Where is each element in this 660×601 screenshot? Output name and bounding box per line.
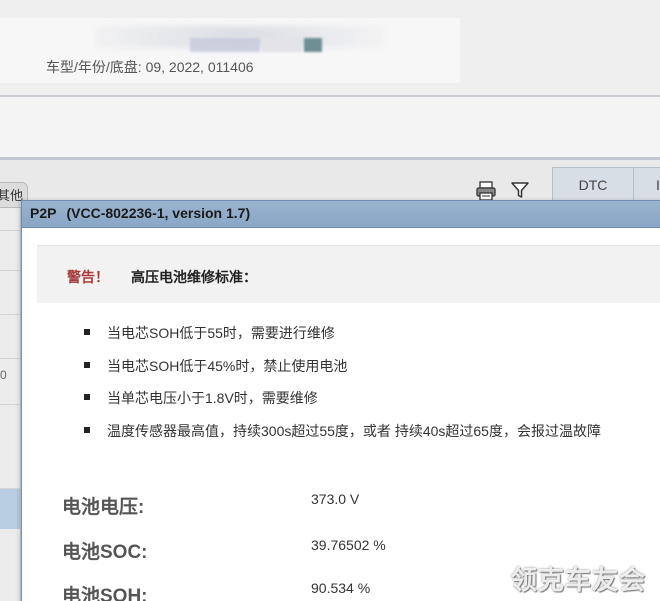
list-partial-text: 0 (0, 368, 7, 382)
dialog-title-version: (VCC-802236-1, version 1.7) (66, 205, 251, 221)
bullet-icon (84, 329, 90, 335)
metric-label-soc: 电池SOC: (62, 542, 148, 563)
rule-text: 当电芯SOH低于45%时，禁止使用电池 (107, 358, 348, 374)
printer-icon[interactable] (475, 180, 497, 202)
bullet-icon (84, 394, 90, 400)
metric-label-voltage: 电池电压: (62, 497, 145, 518)
list-row-selected[interactable] (0, 488, 20, 529)
list-row[interactable] (0, 314, 20, 359)
list-item: 当单芯电压小于1.8V时，需要维修 (22, 388, 660, 408)
rule-text: 温度传感器最高值，持续300s超过55度，或者 持续40s超过65度，会报过温故… (107, 423, 601, 439)
left-list (0, 208, 21, 601)
toolbar-band (0, 97, 660, 160)
bullet-icon (84, 427, 90, 433)
app-screen: 车型/年份/底盘: 09, 2022, 011406 其他 0 DTC I P2… (0, 0, 660, 601)
vehicle-header: 车型/年份/底盘: 09, 2022, 011406 (0, 0, 660, 97)
list-row[interactable] (0, 270, 20, 315)
dialog-titlebar[interactable]: P2P (VCC-802236-1, version 1.7) (22, 201, 660, 228)
warning-text: 高压电池维修标准： (131, 269, 257, 285)
vehicle-card: 车型/年份/底盘: 09, 2022, 011406 (0, 18, 460, 83)
warning-label: 警告！ (67, 269, 109, 285)
metric-label-soh: 电池SOH: (62, 586, 148, 601)
vehicle-info-value: 09, 2022, 011406 (145, 59, 254, 75)
dialog-title-prefix: P2P (30, 205, 57, 221)
metric-value-soh: 90.534 % (311, 580, 371, 596)
list-item: 当电芯SOH低于45%时，禁止使用电池 (22, 356, 660, 376)
tab-dtc[interactable]: DTC (552, 167, 634, 203)
metric-value-voltage: 373.0 V (311, 491, 360, 507)
list-row[interactable] (0, 404, 20, 451)
redacted-chip (190, 38, 260, 52)
rule-text: 当单芯电压小于1.8V时，需要维修 (107, 390, 318, 406)
bullet-icon (84, 362, 90, 368)
redacted-chip (304, 38, 322, 52)
dialog-title: P2P (VCC-802236-1, version 1.7) (30, 205, 250, 221)
filter-icon[interactable] (510, 180, 532, 202)
watermark: 领克车友会 (511, 565, 647, 595)
vehicle-info: 车型/年份/底盘: 09, 2022, 011406 (46, 57, 254, 77)
redacted-chip (262, 38, 302, 52)
tab-next[interactable]: I (633, 167, 660, 201)
warning-box: 警告！ 高压电池维修标准： (37, 245, 660, 303)
rule-text: 当电芯SOH低于55时，需要进行维修 (107, 325, 335, 341)
vehicle-info-label: 车型/年份/底盘: (46, 59, 142, 75)
list-item: 温度传感器最高值，持续300s超过55度，或者 持续40s超过65度，会报过温故… (22, 421, 660, 441)
list-item: 当电芯SOH低于55时，需要进行维修 (22, 323, 660, 343)
p2p-dialog: P2P (VCC-802236-1, version 1.7) 警告！ 高压电池维… (21, 200, 660, 601)
metric-value-soc: 39.76502 % (311, 537, 386, 553)
list-row[interactable] (0, 230, 20, 271)
